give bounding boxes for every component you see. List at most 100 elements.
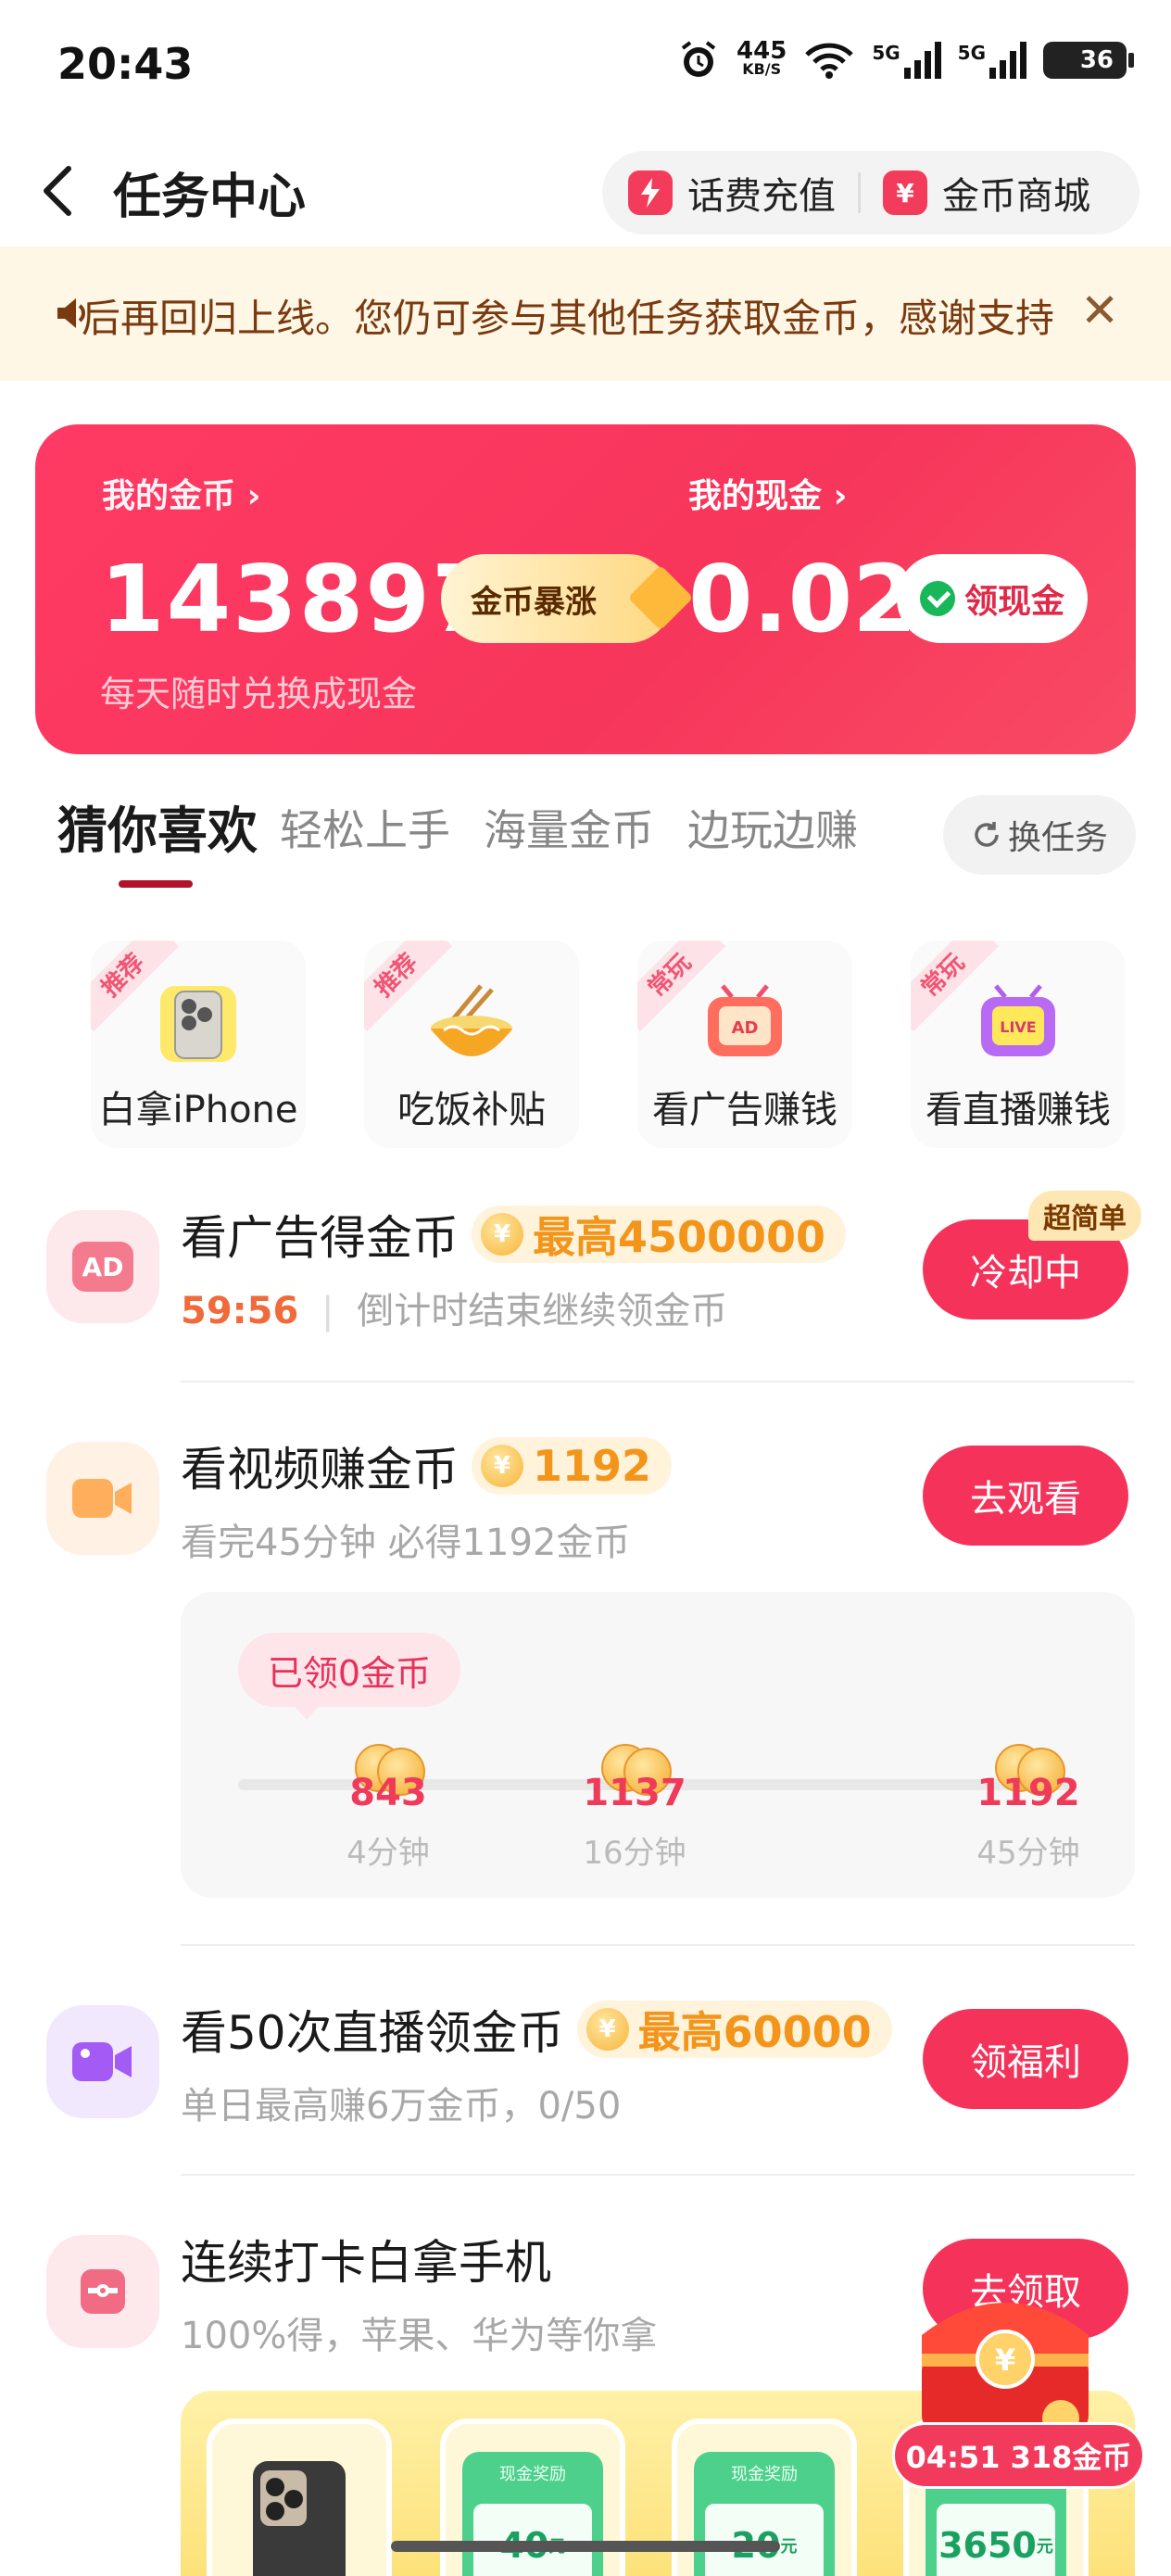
battery-icon: 36 <box>1043 42 1134 79</box>
coupon-icon: ¥ <box>883 170 927 215</box>
divider <box>858 172 861 213</box>
page-title: 任务中心 <box>113 170 307 225</box>
quick-entry-label: 吃饭补贴 <box>397 1089 546 1131</box>
svg-text:¥: ¥ <box>995 2342 1015 2378</box>
task-subtitle: 看完45分钟 必得1192金币 <box>181 1522 631 1564</box>
ad-tv-icon: AD <box>699 978 791 1070</box>
svg-text:AD: AD <box>732 1018 759 1038</box>
withdraw-cash-button[interactable]: 领现金 <box>897 554 1088 643</box>
task-title: 看广告得金币 ¥ 最高4500000 <box>181 1201 847 1268</box>
lightning-icon <box>628 170 673 215</box>
node-value: 843 <box>349 1772 427 1814</box>
coin-boost-badge[interactable]: 金币暴涨 <box>441 554 694 643</box>
my-cash-link[interactable]: 我的现金 › <box>688 469 847 517</box>
signal-bars-icon <box>989 42 1026 79</box>
net-speed: 445 KB/S <box>737 37 787 78</box>
phone-prize-icon <box>253 2461 346 2576</box>
back-arrow-icon[interactable] <box>37 163 80 219</box>
coin-mall-button[interactable]: ¥ 金币商城 <box>883 166 1090 220</box>
countdown: 59:56 <box>181 1290 299 1332</box>
coin-icon: ¥ <box>481 1213 523 1256</box>
watch-button[interactable]: 去观看 <box>923 1446 1128 1546</box>
ad-icon: AD <box>46 1210 159 1323</box>
svg-text:LIVE: LIVE <box>1000 1018 1036 1036</box>
close-icon[interactable]: ✕ <box>1080 284 1119 337</box>
node-value: 1192 <box>976 1772 1080 1814</box>
super-easy-badge: 超简单 <box>1028 1191 1141 1241</box>
coin-icon: ¥ <box>481 1445 523 1487</box>
tab-indicator <box>119 880 193 888</box>
treasure-chest-icon[interactable]: ¥ <box>913 2279 1098 2437</box>
chevron-right-icon: › <box>833 477 848 515</box>
live-tv-icon: LIVE <box>972 978 1064 1070</box>
divider <box>181 1381 1135 1383</box>
prize-phone <box>207 2418 392 2576</box>
status-bar: 20:43 445 KB/S 5G 5G 36 <box>0 0 1171 139</box>
divider <box>181 1944 1135 1946</box>
chevron-right-icon: › <box>246 477 261 515</box>
progress-node: 1192 45分钟 <box>963 1740 1093 1873</box>
category-tabs: 猜你喜欢 轻松上手 海量金币 边玩边赚 换任务 <box>0 788 1171 899</box>
task-title: 看50次直播领金币 ¥ 最高60000 <box>181 1996 892 2063</box>
floating-reward-timer[interactable]: 04:51 318金币 <box>892 2422 1145 2489</box>
node-time: 45分钟 <box>976 1835 1080 1872</box>
reward-pill: ¥ 最高60000 <box>576 2001 892 2058</box>
my-coins-link[interactable]: 我的金币 › <box>102 469 260 517</box>
video-progress-panel: 已领0金币 843 4分钟 1137 16分钟 1192 45分钟 <box>181 1592 1135 1898</box>
reward-pill: ¥1192 <box>472 1437 673 1495</box>
cash-balance: 0.02 <box>688 545 917 653</box>
noodle-bowl-icon <box>425 978 518 1070</box>
prize-cash-40: 现金奖励40元 <box>440 2418 625 2576</box>
quick-entry-iphone[interactable]: 推荐 白拿iPhone <box>91 941 306 1148</box>
node-value: 1137 <box>583 1772 686 1814</box>
progress-node: 1137 16分钟 <box>570 1740 699 1873</box>
coin-mall-label: 金币商城 <box>942 175 1090 218</box>
home-indicator <box>391 2541 780 2552</box>
signal-bars-icon <box>903 42 941 79</box>
tab-massive-coins[interactable]: 海量金币 <box>484 797 654 858</box>
coin-icon: ¥ <box>586 2008 629 2051</box>
coin-hint: 每天随时兑换成现金 <box>100 674 418 714</box>
quick-entry-label: 看直播赚钱 <box>925 1089 1111 1131</box>
tab-guess-you-like[interactable]: 猜你喜欢 <box>57 789 258 863</box>
notice-bar: 后再回归上线。您仍可参与其他任务获取金币，感谢支持 ✕ <box>0 246 1171 381</box>
notice-text: 后再回归上线。您仍可参与其他任务获取金币，感谢支持 <box>82 296 1055 341</box>
live-camera-icon <box>46 2005 159 2118</box>
status-icons: 445 KB/S 5G 5G 36 <box>677 37 1134 82</box>
header-shortcuts: 话费充值 ¥ 金币商城 <box>602 151 1140 234</box>
reward-pill: ¥ 最高4500000 <box>472 1206 847 1263</box>
swap-tasks-button[interactable]: 换任务 <box>943 795 1136 875</box>
task-subtitle: 59:56 | 倒计时结束继续领金币 <box>181 1290 728 1332</box>
signal-1: 5G <box>872 42 941 79</box>
task-title: 连续打卡白拿手机 <box>181 2236 551 2290</box>
progress-node: 843 4分钟 <box>323 1740 453 1873</box>
task-subtitle: 100%得，苹果、华为等你拿 <box>181 2315 658 2357</box>
tab-easy-start[interactable]: 轻松上手 <box>280 797 450 858</box>
status-time: 20:43 <box>57 39 194 89</box>
quick-entry-ads[interactable]: 常玩 AD 看广告赚钱 <box>637 941 852 1148</box>
balance-card: 我的金币 › 143897 金币暴涨 每天随时兑换成现金 我的现金 › 0.02… <box>35 424 1136 754</box>
claimed-bubble: 已领0金币 <box>238 1633 460 1720</box>
task-subtitle: 单日最高赚6万金币，0/50 <box>181 2085 622 2128</box>
quick-entry-label: 看广告赚钱 <box>652 1089 837 1131</box>
arrow-up-icon <box>627 564 694 631</box>
iphone-icon <box>152 978 245 1070</box>
prize-cash-20: 现金奖励20元 <box>672 2418 857 2576</box>
alarm-icon <box>681 41 716 77</box>
quick-entry-live[interactable]: 常玩 LIVE 看直播赚钱 <box>911 941 1126 1148</box>
battery-level: 36 <box>1079 46 1114 74</box>
quick-entry-meal[interactable]: 推荐 吃饭补贴 <box>364 941 579 1148</box>
signal-2: 5G <box>958 42 1026 79</box>
task-title: 看视频赚金币 ¥1192 <box>181 1433 673 1499</box>
gift-box-icon <box>46 2235 159 2348</box>
claim-benefit-button[interactable]: 领福利 <box>923 2009 1128 2109</box>
node-time: 4分钟 <box>346 1835 430 1872</box>
coin-balance: 143897 <box>100 545 498 653</box>
refresh-icon <box>975 822 999 847</box>
header: 任务中心 话费充值 ¥ 金币商城 <box>0 139 1171 246</box>
tab-play-and-earn[interactable]: 边玩边赚 <box>687 797 858 858</box>
video-camera-icon <box>46 1442 159 1555</box>
check-circle-icon <box>919 581 955 616</box>
quick-entry-label: 白拿iPhone <box>98 1089 298 1131</box>
phone-recharge-button[interactable]: 话费充值 <box>628 166 836 220</box>
